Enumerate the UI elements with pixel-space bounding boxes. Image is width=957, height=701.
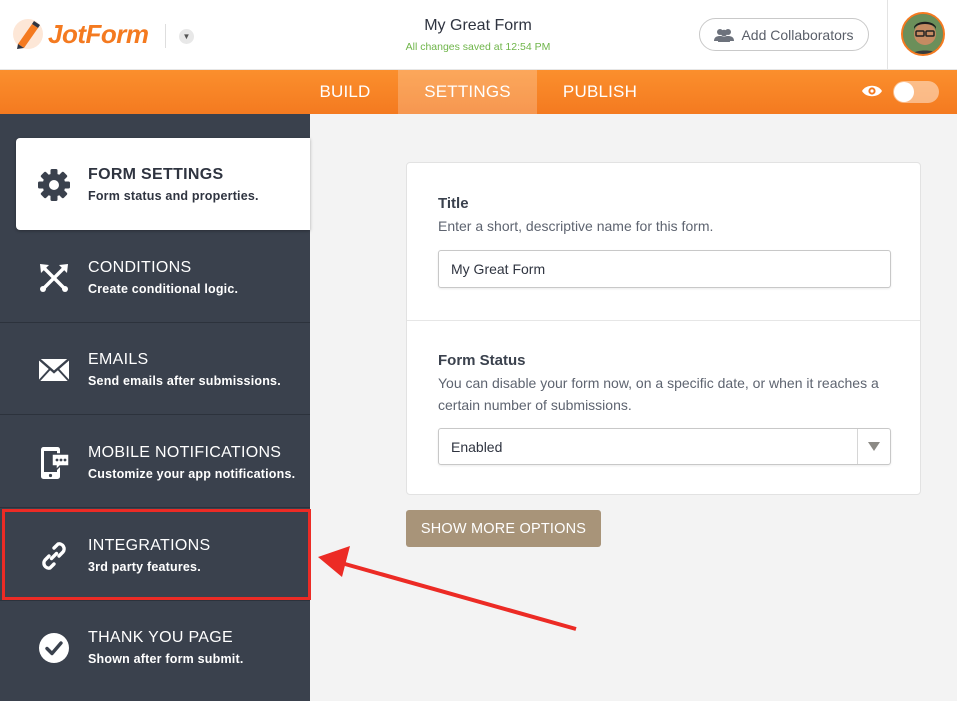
gear-icon [37, 168, 71, 202]
sidebar-item-title: CONDITIONS [88, 259, 192, 276]
section-divider [407, 320, 920, 321]
form-status-description: You can disable your form now, on a spec… [438, 375, 879, 413]
show-more-options-button[interactable]: SHOW MORE OPTIONS [406, 510, 601, 547]
sidebar-item-title: EMAILS [88, 351, 149, 368]
form-status-select[interactable]: Enabled [438, 428, 891, 465]
envelope-icon [37, 353, 71, 387]
avatar-image [903, 14, 943, 54]
save-status: All changes saved at 12:54 PM [405, 41, 551, 53]
sidebar-item-title: MOBILE NOTIFICATIONS [88, 444, 282, 461]
sidebar-item-subtitle: Send emails after submissions. [88, 374, 281, 388]
header-bar: JotForm ▼ My Great Form All changes save… [0, 0, 957, 70]
preview-eye-icon[interactable] [861, 83, 883, 99]
sidebar-item-subtitle: Customize your app notifications. [88, 467, 296, 481]
tab-publish[interactable]: PUBLISH [555, 70, 645, 114]
sidebar-item-subtitle: Shown after form submit. [88, 652, 244, 666]
form-title[interactable]: My Great Form [378, 17, 578, 35]
chevron-down-icon[interactable]: ▼ [179, 29, 194, 44]
title-description: Enter a short, descriptive name for this… [438, 218, 714, 234]
logo-wordmark: JotForm [48, 18, 149, 49]
integrations-highlight-box [2, 509, 311, 600]
user-avatar[interactable] [901, 12, 945, 56]
conditions-icon [37, 261, 71, 295]
sidebar-item-title: FORM SETTINGS [88, 166, 224, 183]
header-divider [165, 24, 166, 48]
sidebar-item-form-settings[interactable]: FORM SETTINGS Form status and properties… [16, 138, 310, 230]
form-settings-panel: Title Enter a short, descriptive name fo… [406, 162, 921, 495]
title-label: Title [438, 195, 469, 212]
settings-sidebar: FORM SETTINGS Form status and properties… [0, 114, 310, 701]
form-status-label: Form Status [438, 352, 526, 369]
sidebar-item-conditions[interactable]: CONDITIONS Create conditional logic. [0, 231, 310, 323]
form-status-value: Enabled [451, 439, 503, 455]
sidebar-item-subtitle: Form status and properties. [88, 189, 259, 203]
form-title-input[interactable] [438, 250, 891, 288]
mobile-notification-icon [37, 446, 71, 480]
add-collaborators-label: Add Collaborators [741, 26, 854, 43]
header-divider [887, 0, 888, 70]
sidebar-item-title: THANK YOU PAGE [88, 629, 233, 646]
preview-toggle[interactable] [893, 81, 939, 103]
sidebar-item-emails[interactable]: EMAILS Send emails after submissions. [0, 323, 310, 415]
sidebar-item-thank-you-page[interactable]: THANK YOU PAGE Shown after form submit. [0, 601, 310, 693]
add-collaborators-button[interactable]: Add Collaborators [699, 18, 869, 51]
dropdown-arrow-icon [868, 442, 880, 451]
select-divider [857, 429, 858, 464]
sidebar-item-mobile-notifications[interactable]: MOBILE NOTIFICATIONS Customize your app … [0, 416, 310, 508]
checkmark-icon [37, 631, 71, 665]
tab-build[interactable]: BUILD [310, 70, 380, 114]
toggle-knob [894, 82, 914, 102]
tab-settings[interactable]: SETTINGS [398, 70, 537, 114]
users-icon [714, 28, 735, 42]
jotform-logo[interactable]: JotForm [12, 18, 149, 50]
sidebar-item-subtitle: Create conditional logic. [88, 282, 239, 296]
main-tabs: BUILD SETTINGS PUBLISH [0, 70, 957, 114]
jotform-logo-icon [13, 19, 43, 49]
